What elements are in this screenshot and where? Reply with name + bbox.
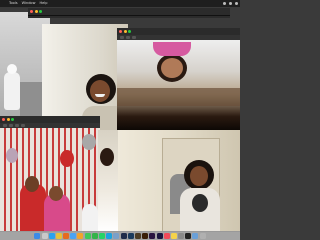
photo-blur [117,88,240,106]
photo-content [117,40,240,130]
zoom-button-icon[interactable] [39,10,42,13]
messages-icon[interactable] [84,233,91,239]
minimize-button-icon[interactable] [34,10,38,13]
photo-balloon [60,150,74,167]
photo-window-bottom-left[interactable] [0,116,100,232]
photo-window-bottom-right[interactable] [118,130,240,232]
close-button-icon[interactable] [119,30,122,33]
close-button-icon[interactable] [2,118,5,121]
toolbar-button[interactable] [132,36,136,39]
premiere-icon[interactable] [149,233,156,239]
toolbar-button[interactable] [3,124,7,127]
close-button-icon[interactable] [30,10,33,13]
photo-person-face [90,80,110,102]
photo-figure-head [7,64,17,74]
after-effects-icon[interactable] [156,233,163,239]
preview-icon[interactable] [113,233,120,239]
lightroom-icon[interactable] [120,233,127,239]
trash-icon[interactable] [199,233,206,239]
illustrator-icon[interactable] [142,233,149,239]
toolbar-button[interactable] [9,124,13,127]
photo-child-face [161,58,183,78]
photo-content [118,130,240,232]
battery-icon[interactable] [229,2,232,5]
downloads-icon[interactable] [192,233,199,239]
music-icon[interactable] [163,233,170,239]
bridge-icon[interactable] [134,233,141,239]
finder-icon[interactable] [34,233,41,239]
photo-content [0,128,100,232]
photo-child-held [192,194,208,212]
toolbar-button[interactable] [15,124,19,127]
toolbar-button[interactable] [120,36,124,39]
photo-background [98,130,118,232]
wifi-icon[interactable] [223,2,226,5]
photo-window-middle-bottom[interactable] [98,130,118,232]
toolbar-button[interactable] [21,124,25,127]
photo-person-smile [95,94,105,97]
dock [0,231,240,240]
photo-balloon [6,148,18,163]
notes-icon[interactable] [170,233,177,239]
photo-person-face [100,148,114,166]
photoshop-icon[interactable] [127,233,134,239]
terminal-icon[interactable] [185,233,192,239]
safari-icon[interactable] [48,233,55,239]
viewer-window-top[interactable] [28,8,230,18]
zoom-button-icon[interactable] [11,118,14,121]
photo-person-face [190,166,208,186]
zoom-button-icon[interactable] [128,30,131,33]
window-titlebar[interactable] [28,8,230,16]
launchpad-icon[interactable] [41,233,48,239]
photo-person-small [82,204,98,232]
photos-icon[interactable] [77,233,84,239]
photo-person-left-face [25,176,39,192]
chrome-icon[interactable] [55,233,62,239]
menu-bar: Tools Window Help [0,0,240,7]
search-icon[interactable] [235,2,238,5]
mail-icon[interactable] [70,233,77,239]
toolbar-button[interactable] [126,36,130,39]
photo-figure [4,72,20,110]
settings-icon[interactable] [178,233,185,239]
menu-window[interactable]: Window [22,0,36,7]
firefox-icon[interactable] [63,233,70,239]
menu-app-name[interactable]: Tools [9,0,18,7]
photo-child-shirt [153,42,191,56]
photo-person-right-face [49,186,63,201]
photo-balloon [82,134,96,150]
minimize-button-icon[interactable] [6,118,10,121]
facetime-icon[interactable] [91,233,98,239]
skype-icon[interactable] [106,233,113,239]
minimize-button-icon[interactable] [123,30,127,33]
whatsapp-icon[interactable] [99,233,106,239]
photo-window-front[interactable] [117,28,240,130]
menu-help[interactable]: Help [39,0,47,7]
